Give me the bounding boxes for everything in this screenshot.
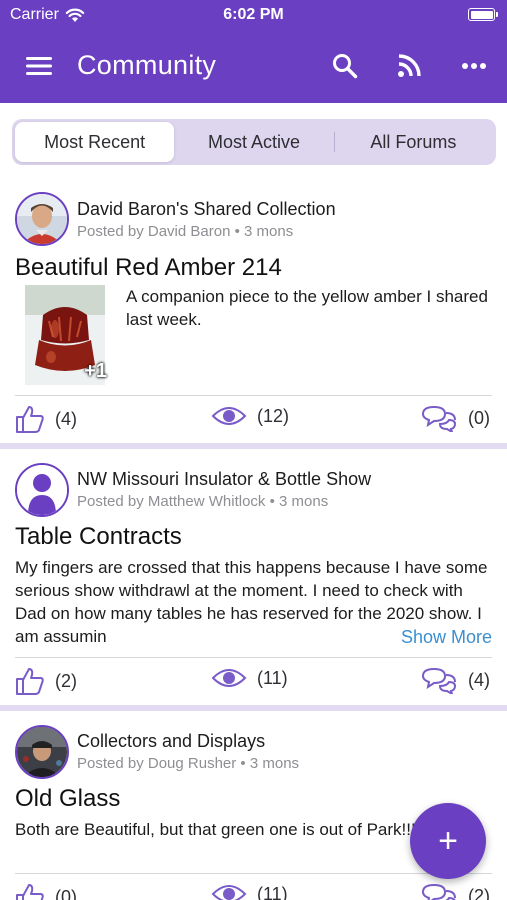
comment-button[interactable]: (0) bbox=[420, 404, 490, 432]
comment-count: (4) bbox=[468, 669, 490, 690]
user-photo-icon bbox=[17, 194, 67, 244]
post-card[interactable]: David Baron's Shared Collection Posted b… bbox=[0, 173, 507, 443]
post-actions: (0) (11) (2) bbox=[15, 873, 492, 900]
like-button[interactable]: (2) bbox=[15, 666, 77, 696]
like-count: (4) bbox=[55, 408, 77, 429]
views-indicator: (12) bbox=[211, 404, 289, 428]
feed-button[interactable] bbox=[392, 50, 426, 82]
search-icon bbox=[333, 54, 358, 79]
more-icon bbox=[462, 63, 486, 69]
tab-most-active[interactable]: Most Active bbox=[174, 122, 333, 162]
post-meta: Posted by Matthew Whitlock • 3 mons bbox=[77, 493, 329, 510]
comment-count: (2) bbox=[468, 885, 490, 900]
plus-icon: + bbox=[438, 822, 458, 860]
views-indicator: (11) bbox=[211, 666, 288, 690]
battery-icon bbox=[468, 8, 498, 21]
status-time: 6:02 PM bbox=[223, 6, 284, 23]
post-title[interactable]: Table Contracts bbox=[15, 523, 182, 551]
thumbs-up-icon bbox=[16, 668, 44, 695]
author-line: Posted by Doug Rusher bbox=[77, 755, 237, 772]
more-button[interactable] bbox=[457, 50, 491, 82]
comments-icon bbox=[421, 667, 457, 694]
search-button[interactable] bbox=[328, 50, 362, 82]
user-photo-icon bbox=[17, 727, 67, 777]
thumbs-up-icon bbox=[16, 406, 44, 433]
avatar[interactable] bbox=[15, 192, 69, 246]
forum-name[interactable]: David Baron's Shared Collection bbox=[77, 199, 336, 220]
post-excerpt: Both are Beautiful, but that green one i… bbox=[15, 820, 421, 839]
author-line: Posted by Matthew Whitlock bbox=[77, 493, 266, 510]
menu-button[interactable] bbox=[22, 52, 56, 80]
tab-most-recent[interactable]: Most Recent bbox=[15, 122, 175, 162]
app-header: Carrier 6:02 PM Community bbox=[0, 0, 507, 103]
tab-all-forums[interactable]: All Forums bbox=[333, 122, 493, 162]
post-meta: Posted by David Baron • 3 mons bbox=[77, 223, 294, 240]
new-post-button[interactable]: + bbox=[410, 803, 486, 879]
like-count: (0) bbox=[55, 886, 77, 900]
post-age: 3 mons bbox=[244, 223, 294, 240]
forum-name[interactable]: Collectors and Displays bbox=[77, 731, 265, 752]
comments-icon bbox=[421, 405, 457, 432]
like-button[interactable]: (0) bbox=[15, 882, 77, 900]
user-placeholder-icon bbox=[17, 465, 67, 515]
comment-button[interactable]: (4) bbox=[420, 666, 490, 694]
eye-icon bbox=[211, 669, 247, 687]
segmented-control: Most Recent Most Active All Forums bbox=[12, 119, 496, 165]
post-thumbnail[interactable]: +1 bbox=[25, 285, 107, 385]
like-count: (2) bbox=[55, 670, 77, 691]
hamburger-icon bbox=[26, 57, 52, 75]
page-title: Community bbox=[77, 50, 217, 80]
views-indicator: (11) bbox=[211, 882, 288, 900]
post-age: 3 mons bbox=[279, 493, 329, 510]
show-more-link[interactable]: Show More bbox=[374, 627, 492, 648]
comments-icon bbox=[421, 883, 456, 900]
view-count: (12) bbox=[257, 405, 290, 426]
tab-bar: Most Recent Most Active All Forums bbox=[0, 103, 507, 173]
author-line: Posted by David Baron bbox=[77, 223, 231, 240]
like-button[interactable]: (4) bbox=[15, 404, 77, 434]
post-card[interactable]: NW Missouri Insulator & Bottle Show Post… bbox=[0, 449, 507, 705]
post-actions: (2) (11) (4) bbox=[15, 657, 492, 696]
post-age: 3 mons bbox=[249, 755, 300, 772]
rss-icon bbox=[398, 54, 421, 77]
avatar[interactable] bbox=[15, 463, 69, 517]
eye-icon bbox=[211, 885, 247, 900]
extra-images-count: +1 bbox=[84, 360, 107, 382]
forum-name[interactable]: NW Missouri Insulator & Bottle Show bbox=[77, 469, 371, 490]
post-actions: (4) (12) (0) bbox=[15, 395, 492, 434]
comment-count: (0) bbox=[468, 407, 490, 428]
view-count: (11) bbox=[257, 667, 288, 688]
app-bar: Community bbox=[0, 40, 507, 92]
post-meta: Posted by Doug Rusher • 3 mons bbox=[77, 755, 300, 772]
post-title[interactable]: Old Glass bbox=[15, 785, 120, 813]
view-count: (11) bbox=[257, 883, 288, 900]
post-title[interactable]: Beautiful Red Amber 214 bbox=[15, 254, 282, 282]
eye-icon bbox=[211, 407, 247, 425]
avatar[interactable] bbox=[15, 725, 69, 779]
comment-button[interactable]: (2) bbox=[420, 882, 490, 900]
post-excerpt: A companion piece to the yellow amber I … bbox=[126, 287, 488, 329]
status-bar: Carrier 6:02 PM bbox=[0, 0, 507, 30]
thumbs-up-icon bbox=[16, 884, 44, 900]
